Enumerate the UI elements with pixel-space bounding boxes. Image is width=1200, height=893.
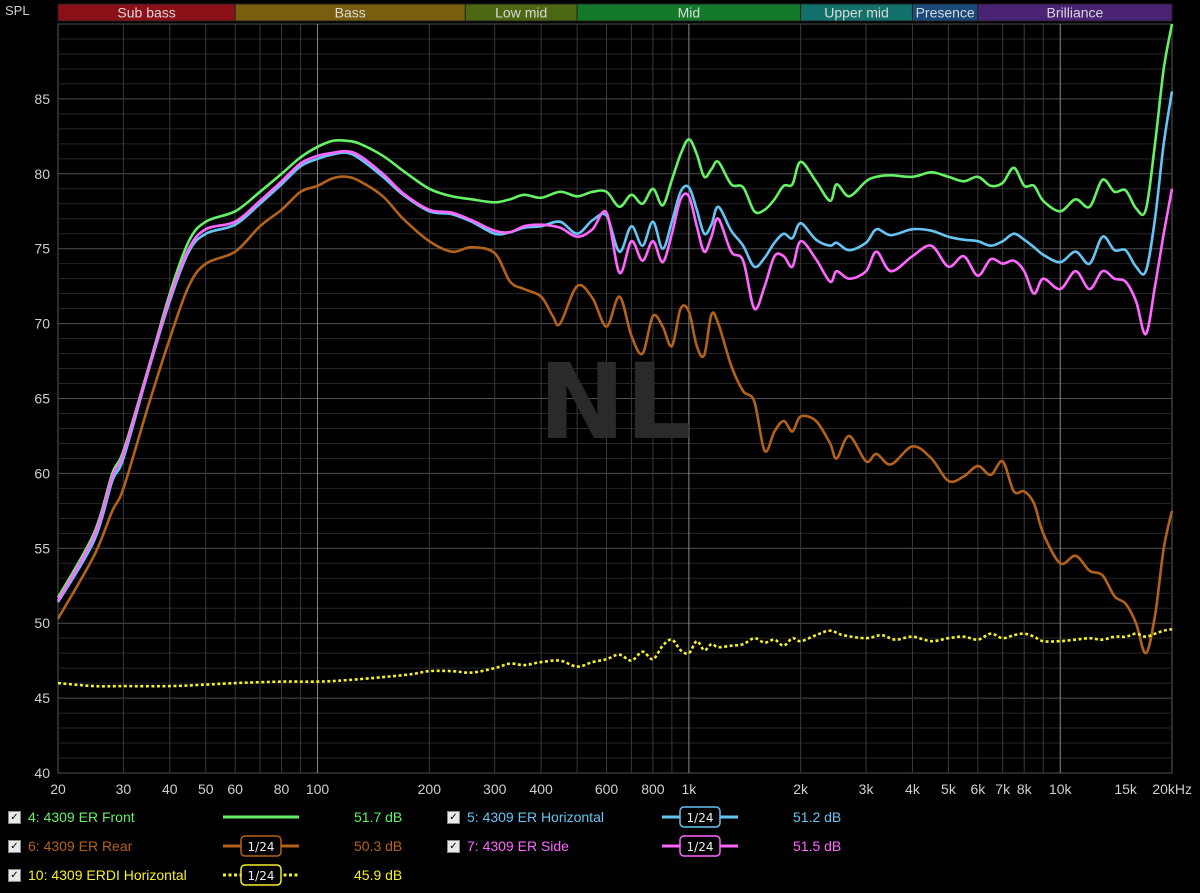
x-tick-label: 50 — [198, 781, 214, 797]
smoothing-label: 1/24 — [248, 840, 275, 854]
legend-checkbox[interactable]: ✓ — [447, 840, 460, 853]
frequency-bands: Sub bass Bass Low mid Mid Upper mid Presence B… — [57, 3, 1173, 22]
legend-checkbox[interactable]: ✓ — [8, 811, 21, 824]
legend-checkbox[interactable]: ✓ — [8, 840, 21, 853]
legend-item[interactable]: ✓ 10: 4309 ERDI Horizontal 1/24 45.9 dB — [8, 864, 428, 886]
x-tick-label: 400 — [529, 781, 553, 797]
legend-item[interactable]: ✓ 4: 4309 ER Front 51.7 dB — [8, 806, 428, 828]
x-tick-label: 20 — [50, 781, 66, 797]
band-label: Low mid — [495, 5, 547, 21]
frequency-response-chart: Sub bass Bass Low mid Mid Upper mid Presence B… — [0, 0, 1200, 800]
y-tick-label: 75 — [34, 241, 50, 257]
y-tick-label: 70 — [34, 316, 50, 332]
y-tick-label: 60 — [34, 465, 50, 481]
band-label: Brilliance — [1047, 5, 1104, 21]
legend: ✓ 4: 4309 ER Front 51.7 dB ✓ 5: 4309 ER Hori… — [0, 800, 1200, 893]
legend-item[interactable]: ✓ 7: 4309 ER Side 1/24 51.5 dB — [447, 835, 867, 857]
legend-value: 51.7 dB — [354, 809, 403, 825]
x-tick-label: 7k — [995, 781, 1011, 797]
smoothing-label: 1/24 — [687, 811, 714, 825]
x-tick-label: 40 — [162, 781, 178, 797]
legend-checkbox[interactable]: ✓ — [447, 811, 460, 824]
legend-value: 51.2 dB — [793, 809, 842, 825]
legend-item[interactable]: ✓ 6: 4309 ER Rear 1/24 50.3 dB — [8, 835, 428, 857]
x-tick-label: 3k — [859, 781, 875, 797]
x-tick-label: 30 — [116, 781, 132, 797]
x-tick-label: 8k — [1017, 781, 1033, 797]
band-label: Presence — [916, 5, 975, 21]
y-tick-label: 85 — [34, 91, 50, 107]
legend-item[interactable]: ✓ 5: 4309 ER Horizontal 1/24 51.2 dB — [447, 806, 867, 828]
y-tick-label: 80 — [34, 166, 50, 182]
y-tick-label: 45 — [34, 690, 50, 706]
legend-swatch: 1/24 — [223, 835, 299, 857]
legend-label: 6: 4309 ER Rear — [28, 838, 133, 854]
legend-label: 10: 4309 ERDI Horizontal — [28, 867, 187, 883]
band-label: Upper mid — [824, 5, 889, 21]
band-label: Mid — [678, 5, 701, 21]
smoothing-label: 1/24 — [687, 840, 714, 854]
legend-value: 51.5 dB — [793, 838, 842, 854]
x-tick-label: 800 — [641, 781, 665, 797]
legend-label: 4: 4309 ER Front — [28, 809, 135, 825]
band-label: Sub bass — [117, 5, 175, 21]
y-tick-label: 65 — [34, 391, 50, 407]
x-tick-label: 1k — [681, 781, 697, 797]
legend-swatch: 1/24 — [223, 864, 299, 886]
watermark: NL — [538, 341, 691, 463]
y-axis-label: SPL — [5, 3, 30, 18]
x-tick-label: 200 — [418, 781, 442, 797]
legend-swatch — [223, 815, 299, 819]
y-tick-label: 50 — [34, 615, 50, 631]
x-tick-label: 15k — [1114, 781, 1138, 797]
x-tick-label: 10k — [1049, 781, 1073, 797]
x-tick-label: 6k — [970, 781, 986, 797]
x-tick-label: 20kHz — [1152, 781, 1192, 797]
legend-value: 50.3 dB — [354, 838, 403, 854]
band-label: Bass — [335, 5, 366, 21]
x-tick-label: 100 — [306, 781, 330, 797]
x-tick-label: 600 — [595, 781, 619, 797]
x-tick-label: 4k — [905, 781, 921, 797]
legend-swatch: 1/24 — [662, 835, 738, 857]
legend-swatch: 1/24 — [662, 806, 738, 828]
legend-checkbox[interactable]: ✓ — [8, 869, 21, 882]
y-tick-label: 40 — [34, 765, 50, 781]
x-tick-label: 300 — [483, 781, 507, 797]
legend-label: 7: 4309 ER Side — [467, 838, 569, 854]
legend-value: 45.9 dB — [354, 867, 403, 883]
x-tick-label: 2k — [793, 781, 809, 797]
y-tick-label: 55 — [34, 540, 50, 556]
legend-label: 5: 4309 ER Horizontal — [467, 809, 604, 825]
x-tick-label: 5k — [941, 781, 957, 797]
x-tick-label: 60 — [227, 781, 243, 797]
smoothing-label: 1/24 — [248, 869, 275, 883]
x-tick-label: 80 — [274, 781, 290, 797]
